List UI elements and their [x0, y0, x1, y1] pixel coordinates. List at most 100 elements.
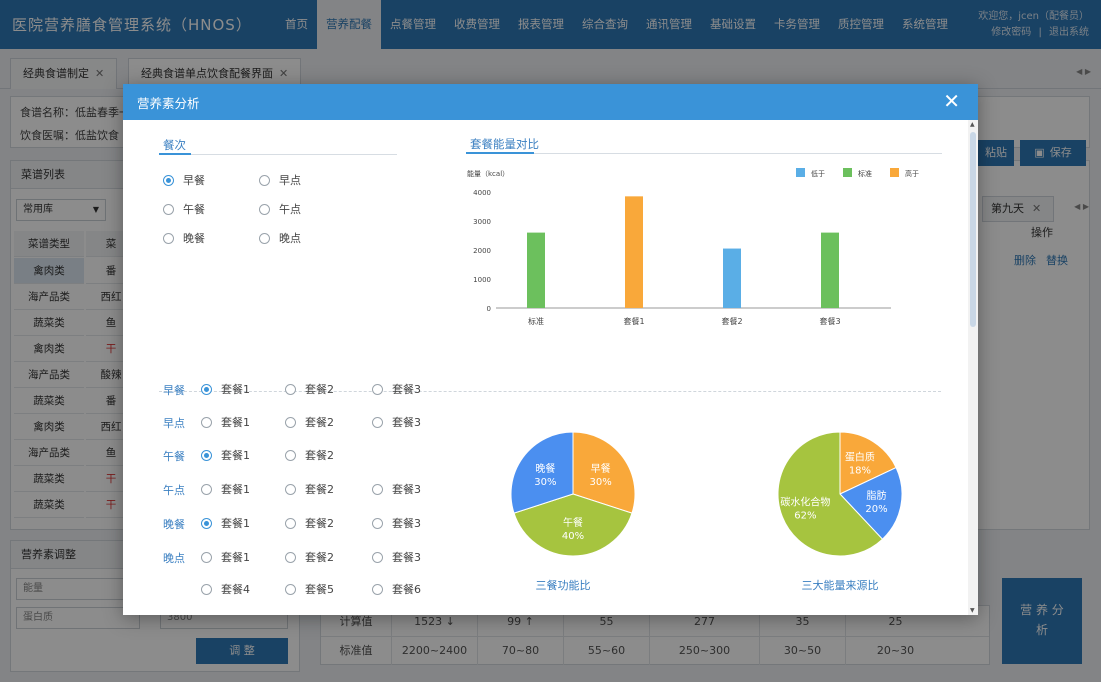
radio-label: 套餐4	[221, 583, 250, 596]
set-radio-option[interactable]: 套餐5	[285, 581, 334, 597]
set-radio-option[interactable]: 套餐3	[372, 381, 421, 397]
slice-value: 62%	[794, 511, 816, 522]
meal-ratio-pie: 早餐 30% 午餐 40% 晚餐 30%	[510, 431, 636, 557]
meal-radio-night-snack[interactable]: 晚点	[259, 230, 301, 246]
set-radio-option[interactable]: 套餐1	[201, 414, 250, 430]
radio-label: 套餐2	[305, 483, 334, 496]
set-row-label: 午餐	[163, 450, 185, 463]
set-radio-option[interactable]: 套餐2	[285, 481, 334, 497]
radio-label: 套餐1	[221, 551, 250, 564]
slice-label: 午餐	[563, 516, 583, 529]
radio-dot	[372, 517, 383, 529]
scroll-up-icon[interactable]: ▲	[970, 121, 975, 128]
nutrient-analysis-modal: 营养素分析 ✕ 餐次 早餐 早点 午餐 午点 晚餐 晚点 套餐能量对比 能量（k…	[123, 84, 978, 615]
radio-dot	[259, 232, 270, 244]
set-radio-option[interactable]: 套餐3	[372, 481, 421, 497]
set-radio-option[interactable]: 套餐2	[285, 515, 334, 531]
radio-label: 早餐	[183, 174, 205, 187]
energy-source-pie: 蛋白质 18% 脂肪 20% 碳水化合物 62%	[777, 431, 903, 557]
scrollbar-thumb[interactable]	[970, 132, 976, 327]
set-radio-option[interactable]: 套餐3	[372, 549, 421, 565]
radio-label: 套餐3	[392, 383, 421, 396]
radio-dot	[201, 517, 212, 529]
radio-dot	[285, 449, 296, 461]
radio-dot	[372, 583, 383, 595]
radio-label: 套餐1	[221, 416, 250, 429]
slice-value: 40%	[562, 531, 584, 542]
radio-label: 套餐3	[392, 517, 421, 530]
set-radio-option[interactable]: 套餐3	[372, 515, 421, 531]
radio-dot	[163, 232, 174, 244]
set-radio-option[interactable]: 套餐4	[201, 581, 250, 597]
radio-label: 套餐1	[221, 517, 250, 530]
set-row-label: 早点	[163, 417, 185, 430]
radio-dot	[201, 583, 212, 595]
radio-dot	[285, 383, 296, 395]
bar	[723, 248, 741, 308]
x-tick-label: 套餐2	[721, 316, 742, 326]
set-radio-option[interactable]: 套餐1	[201, 481, 250, 497]
slice-value: 30%	[534, 477, 556, 488]
set-radio-option[interactable]: 套餐2	[285, 447, 334, 463]
radio-label: 早点	[279, 174, 301, 187]
legend-label: 低于	[811, 169, 825, 178]
meal-radio-breakfast[interactable]: 早餐	[163, 172, 205, 188]
meal-radio-dinner[interactable]: 晚餐	[163, 230, 205, 246]
radio-dot	[259, 203, 270, 215]
slice-label: 早餐	[591, 462, 611, 475]
set-row-label: 晚点	[163, 552, 185, 565]
chart-section-label: 套餐能量对比	[470, 137, 539, 151]
radio-label: 套餐2	[305, 551, 334, 564]
set-radio-option[interactable]: 套餐1	[201, 381, 250, 397]
radio-dot	[285, 517, 296, 529]
radio-label: 套餐1	[221, 449, 250, 462]
x-tick-label: 套餐1	[623, 316, 644, 326]
set-radio-option[interactable]: 套餐6	[372, 581, 421, 597]
set-radio-option[interactable]: 套餐3	[372, 414, 421, 430]
slice-label: 碳水化合物	[780, 496, 830, 509]
legend-label: 标准	[858, 169, 872, 178]
radio-dot	[372, 416, 383, 428]
slice-value: 30%	[589, 477, 611, 488]
radio-dot	[201, 551, 212, 563]
scroll-down-icon[interactable]: ▼	[970, 607, 975, 614]
radio-label: 套餐2	[305, 383, 334, 396]
slice-value: 20%	[865, 504, 887, 515]
y-axis-label: 能量（kcal）	[467, 169, 509, 178]
legend-swatch	[890, 168, 899, 177]
radio-label: 午点	[279, 203, 301, 216]
meal-radio-lunch[interactable]: 午餐	[163, 201, 205, 217]
set-radio-option[interactable]: 套餐2	[285, 381, 334, 397]
radio-label: 套餐6	[392, 583, 421, 596]
y-tick-label: 3000	[473, 218, 491, 226]
radio-dot	[285, 583, 296, 595]
radio-dot	[372, 383, 383, 395]
modal-scrollbar[interactable]: ▲ ▼	[968, 120, 978, 615]
set-radio-option[interactable]: 套餐2	[285, 549, 334, 565]
radio-label: 套餐2	[305, 449, 334, 462]
meal-radio-morning-snack[interactable]: 早点	[259, 172, 301, 188]
radio-dot	[285, 483, 296, 495]
y-tick-label: 4000	[473, 189, 491, 197]
bar	[527, 232, 545, 308]
radio-label: 套餐3	[392, 551, 421, 564]
legend-swatch	[843, 168, 852, 177]
meal-radio-afternoon-snack[interactable]: 午点	[259, 201, 301, 217]
y-tick-label: 0	[487, 305, 491, 313]
radio-dot	[372, 483, 383, 495]
set-radio-option[interactable]: 套餐1	[201, 447, 250, 463]
set-radio-option[interactable]: 套餐1	[201, 549, 250, 565]
close-icon[interactable]: ✕	[943, 90, 960, 112]
x-tick-label: 套餐3	[819, 316, 840, 326]
radio-label: 晚餐	[183, 232, 205, 245]
set-radio-option[interactable]: 套餐2	[285, 414, 334, 430]
set-row-label: 早餐	[163, 384, 185, 397]
radio-dot	[201, 383, 212, 395]
radio-label: 晚点	[279, 232, 301, 245]
radio-dot	[285, 551, 296, 563]
bar	[625, 196, 643, 308]
set-row-label: 午点	[163, 484, 185, 497]
set-radio-option[interactable]: 套餐1	[201, 515, 250, 531]
meal-section-rule	[159, 153, 397, 155]
radio-dot	[201, 483, 212, 495]
